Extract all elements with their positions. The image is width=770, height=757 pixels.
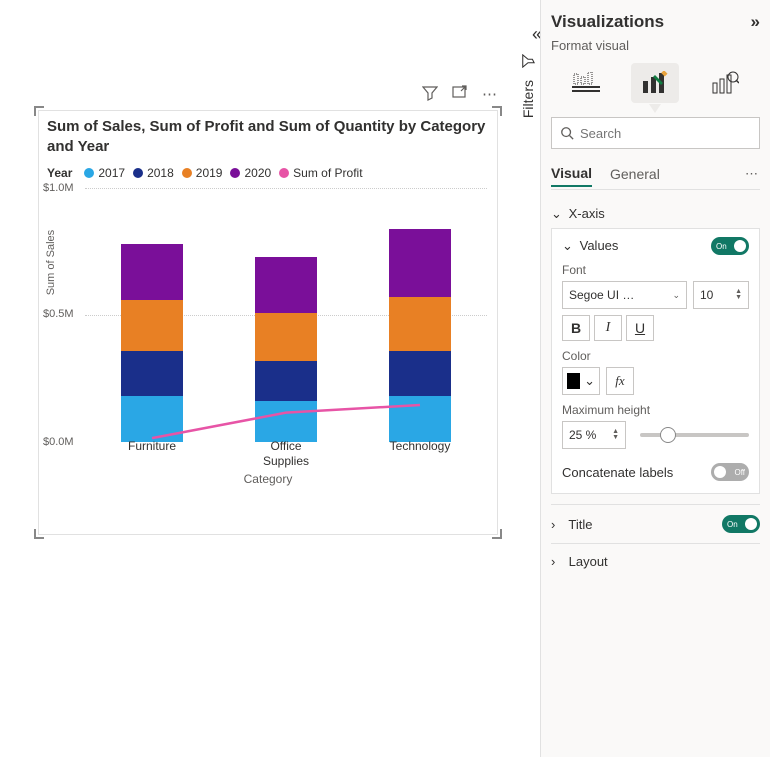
concat-labels-label: Concatenate labels [562,465,673,480]
chart-plot-area: Sum of Sales $1.0M $0.5M $0.0M Furniture… [85,188,487,468]
section-layout[interactable]: › Layout [551,554,760,569]
filters-pane-tab[interactable]: Filters [514,48,542,118]
chevron-down-icon: ⌄ [551,206,565,222]
build-visual-tab-icon[interactable] [562,63,610,103]
filter-funnel-icon [521,54,535,68]
resize-handle[interactable] [492,529,502,539]
expand-panel-icon[interactable]: » [751,12,760,32]
section-values[interactable]: ⌄ Values On [562,237,749,255]
filters-label: Filters [520,80,536,118]
tab-general[interactable]: General [610,162,660,186]
maxheight-input[interactable]: 25 % ▲▼ [562,421,626,449]
panel-subtitle: Format visual [551,38,760,53]
resize-handle[interactable] [34,529,44,539]
section-title[interactable]: › Title On [551,515,760,533]
visual-more-icon[interactable]: ⋯ [482,85,497,103]
underline-button[interactable]: U [626,315,654,341]
focus-mode-icon[interactable] [452,85,468,103]
values-toggle[interactable]: On [711,237,749,255]
format-search[interactable] [551,117,760,149]
font-family-select[interactable]: Segoe UI …⌄ [562,281,687,309]
format-visual-tab-icon[interactable] [631,63,679,103]
chevron-down-icon: ⌄ [562,238,576,254]
chart-visual[interactable]: ⋯ Sum of Sales, Sum of Profit and Sum of… [38,110,498,535]
italic-button[interactable]: I [594,315,622,341]
resize-handle[interactable] [492,106,502,116]
chart-legend: Year 2017 2018 2019 2020 Sum of Profit [39,162,497,184]
section-xaxis[interactable]: ⌄ X-axis [551,206,760,222]
fx-button[interactable]: fx [606,367,634,395]
bold-button[interactable]: B [562,315,590,341]
visualizations-panel: Visualizations » Format visual Visual Ge… [540,0,770,757]
chart-title: Sum of Sales, Sum of Profit and Sum of Q… [39,111,497,162]
search-input[interactable] [580,126,756,141]
chevron-right-icon: › [551,517,565,532]
filter-icon[interactable] [422,85,438,103]
maxheight-slider[interactable] [640,433,749,437]
title-toggle[interactable]: On [722,515,760,533]
chevron-right-icon: › [551,554,565,569]
panel-title: Visualizations [551,12,664,32]
resize-handle[interactable] [34,106,44,116]
analytics-tab-icon[interactable] [701,63,749,103]
color-picker[interactable]: ⌄ [562,367,600,395]
concat-labels-toggle[interactable]: Off [711,463,749,481]
tabs-more-icon[interactable]: ⋯ [745,166,760,182]
search-icon [560,126,574,140]
font-size-input[interactable]: 10 ▲▼ [693,281,749,309]
tab-visual[interactable]: Visual [551,161,592,187]
